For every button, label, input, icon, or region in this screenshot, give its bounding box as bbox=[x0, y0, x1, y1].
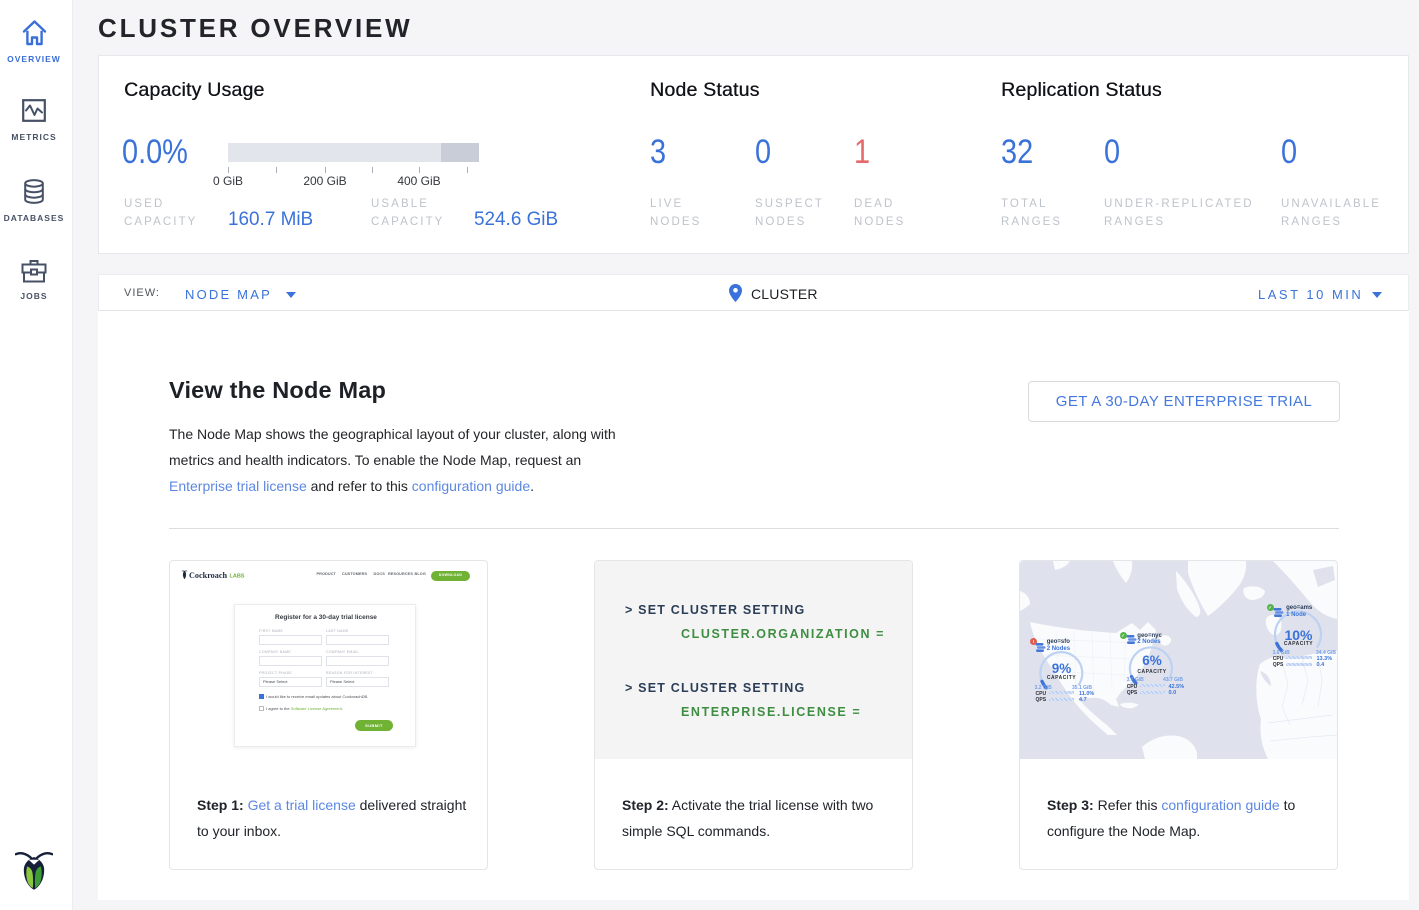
svg-text:Cockroach: Cockroach bbox=[189, 571, 228, 580]
svg-text:LABS: LABS bbox=[230, 574, 245, 580]
